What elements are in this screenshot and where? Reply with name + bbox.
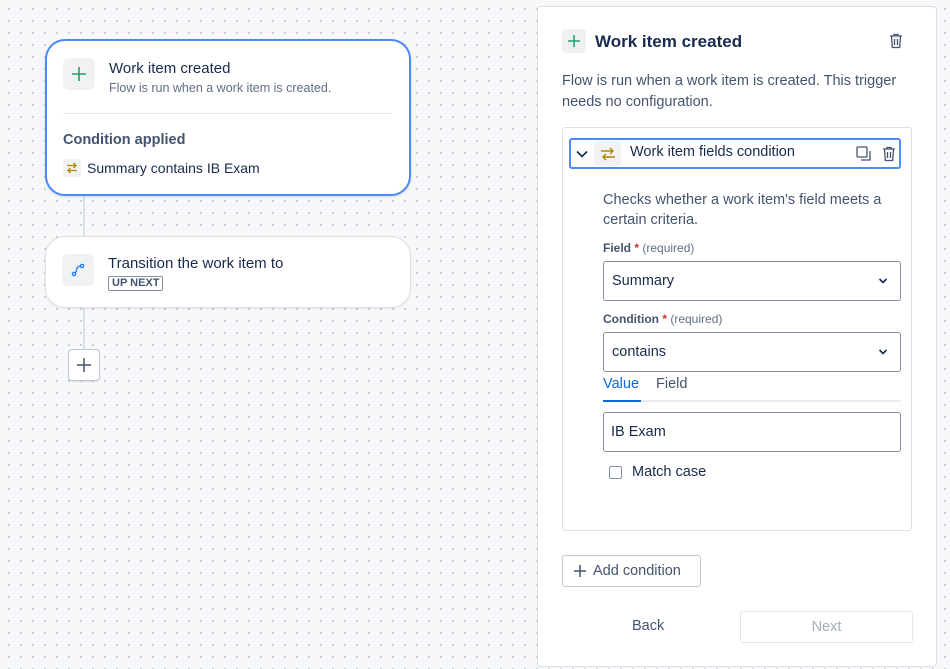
- trigger-card-title: Work item created: [109, 60, 231, 77]
- condition-select-value: contains: [612, 344, 667, 360]
- next-button-label: Next: [811, 619, 842, 635]
- next-button[interactable]: Next: [740, 611, 913, 643]
- swap-arrows-icon: [594, 141, 621, 166]
- action-card-title: Transition the work item to: [108, 255, 284, 272]
- connector-line: [83, 196, 85, 236]
- chevron-down-icon: [876, 274, 890, 288]
- match-case-checkbox[interactable]: [609, 465, 622, 479]
- status-lozenge: UP NEXT: [108, 276, 164, 291]
- swap-arrows-icon: [63, 159, 81, 177]
- condition-heading: Condition applied: [63, 132, 186, 148]
- condition-label: Condition * (required): [603, 312, 722, 326]
- divider: [63, 113, 391, 114]
- plus-icon: [562, 29, 586, 53]
- copy-icon: [856, 146, 871, 161]
- panel-title: Work item created: [595, 32, 743, 51]
- trigger-card-subtitle: Flow is run when a work item is created.: [109, 81, 332, 95]
- delete-condition-button[interactable]: [880, 145, 898, 163]
- add-condition-label: Add condition: [593, 563, 681, 579]
- required-note: (required): [670, 312, 723, 326]
- delete-trigger-button[interactable]: [887, 31, 905, 51]
- panel-description: Flow is run when a work item is created.…: [562, 73, 897, 110]
- condition-header[interactable]: Work item fields condition: [569, 138, 901, 169]
- required-star: *: [634, 241, 640, 255]
- connector-line: [83, 308, 85, 349]
- applied-condition: Summary contains IB Exam: [63, 159, 260, 177]
- applied-condition-text: Summary contains IB Exam: [87, 160, 260, 176]
- tab-value[interactable]: Value: [603, 376, 639, 392]
- chevron-down-icon[interactable]: [574, 146, 590, 162]
- field-select-value: Summary: [612, 273, 675, 289]
- plus-icon: [63, 58, 95, 90]
- tab-field[interactable]: Field: [656, 376, 687, 392]
- active-tab-indicator: [603, 400, 641, 402]
- field-label-text: Field: [603, 241, 632, 255]
- match-case-label: Match case: [632, 464, 707, 480]
- add-condition-button[interactable]: Add condition: [562, 555, 701, 587]
- plus-icon: [574, 565, 586, 577]
- transition-icon: [62, 254, 94, 286]
- field-select[interactable]: Summary: [603, 261, 901, 301]
- trigger-card[interactable]: Work item created Flow is run when a wor…: [45, 39, 411, 196]
- config-panel: Work item created Flow is run when a wor…: [537, 6, 937, 667]
- match-case-option[interactable]: Match case: [609, 464, 706, 480]
- required-note: (required): [642, 241, 695, 255]
- duplicate-condition-button[interactable]: [855, 145, 873, 163]
- required-star: *: [662, 312, 667, 326]
- chevron-down-icon: [876, 345, 890, 359]
- plus-icon: [77, 358, 91, 372]
- value-input[interactable]: IB Exam: [603, 412, 901, 452]
- value-tabs: Value Field: [603, 372, 901, 402]
- field-label: Field * (required): [603, 241, 694, 255]
- back-button[interactable]: Back: [632, 618, 664, 634]
- condition-header-label: Work item fields condition: [630, 144, 795, 160]
- trash-icon: [883, 146, 895, 162]
- trash-icon: [890, 33, 902, 49]
- condition-section: Work item fields condition Checks whethe…: [562, 127, 912, 531]
- condition-description: Checks whether a work item's field meets…: [603, 192, 882, 228]
- condition-select[interactable]: contains: [603, 332, 901, 372]
- add-step-button[interactable]: [68, 349, 100, 381]
- condition-label-text: Condition: [603, 312, 659, 326]
- transition-action-card[interactable]: Transition the work item to UP NEXT: [45, 236, 411, 308]
- value-input-text: IB Exam: [611, 424, 666, 440]
